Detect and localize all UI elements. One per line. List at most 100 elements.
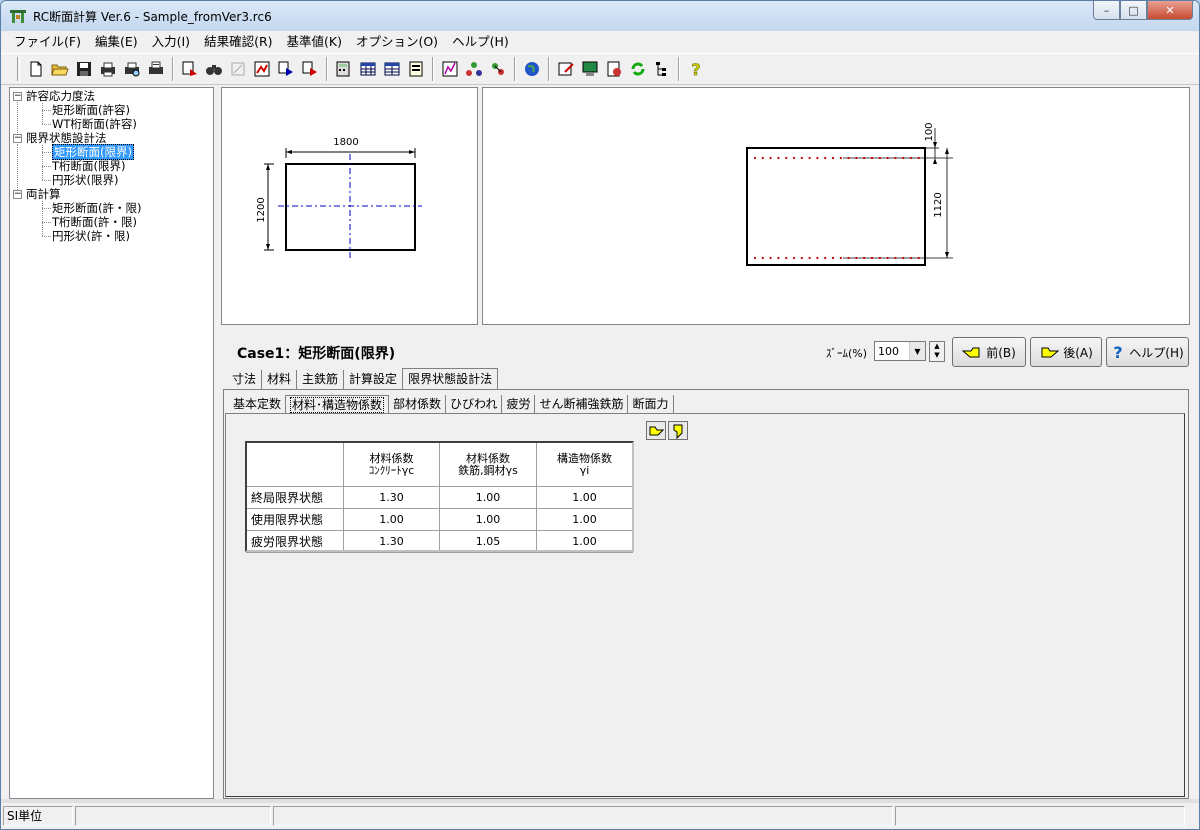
tool-button-8[interactable]	[203, 58, 225, 80]
minimize-button[interactable]: –	[1093, 1, 1120, 20]
tree-item-rect-both[interactable]: 矩形断面(許・限)	[52, 201, 141, 215]
toolbar-grip[interactable]	[17, 57, 20, 81]
subtab-shear-rebar[interactable]: せん断補強鉄筋	[535, 395, 629, 413]
tree-group-limit-state[interactable]: 限界状態設計法	[26, 131, 107, 145]
tool-button-22[interactable]	[579, 58, 601, 80]
subtab-basic-constants[interactable]: 基本定数	[229, 395, 285, 413]
arrowhead	[266, 244, 270, 250]
tool-button-25[interactable]	[651, 58, 673, 80]
tree-item-circle-limit[interactable]: 円形状(限界)	[52, 173, 118, 187]
tab-main-rebar[interactable]: 主鉄筋	[297, 370, 345, 389]
section-outline-drawing: 1800 1200	[256, 137, 422, 260]
tree-collapse-icon[interactable]: −	[13, 134, 22, 143]
chevron-down-icon[interactable]: ▼	[909, 342, 925, 360]
tree-group-allowable[interactable]: 許容応力度法	[26, 89, 95, 103]
toolbar-separator	[172, 57, 174, 81]
tool-button-18[interactable]	[463, 58, 485, 80]
tool-button-21[interactable]	[555, 58, 577, 80]
rebar-dot	[847, 256, 850, 260]
subtab-cracking[interactable]: ひびわれ	[446, 395, 503, 413]
close-icon: ✕	[1165, 3, 1175, 17]
table-cell[interactable]: 1.30	[343, 530, 440, 553]
tree-group-both[interactable]: 両計算	[26, 187, 61, 201]
tool-button-17[interactable]	[439, 58, 461, 80]
title-bar[interactable]: RC断面計算 Ver.6 - Sample_fromVer3.rc6 – □ ✕	[1, 1, 1199, 31]
tool-button-13[interactable]	[333, 58, 355, 80]
table-cell[interactable]: 1.05	[439, 530, 537, 553]
print-button[interactable]	[97, 58, 119, 80]
tool-button-9[interactable]	[227, 58, 249, 80]
tab-dimensions[interactable]: 寸法	[227, 370, 263, 389]
tree-collapse-icon[interactable]: −	[13, 190, 22, 199]
tree-item-rect-limit[interactable]: 矩形断面(限界)	[52, 144, 134, 160]
tool-button-10[interactable]	[251, 58, 273, 80]
tree-item-selected-label: 矩形断面(限界)	[52, 144, 134, 160]
tool-button-23[interactable]	[603, 58, 625, 80]
tree-item-t-limit[interactable]: T桁断面(限界)	[52, 159, 126, 173]
table-cell[interactable]: 1.00	[439, 508, 537, 531]
tool-button-19[interactable]	[487, 58, 509, 80]
next-button[interactable]: 後(A)	[1030, 337, 1102, 367]
open-file-button[interactable]	[49, 58, 71, 80]
table-cell[interactable]: 1.00	[439, 486, 537, 509]
subtab-member-factors[interactable]: 部材係数	[389, 395, 447, 413]
print-preview-button[interactable]	[121, 58, 143, 80]
tool-button-12[interactable]	[299, 58, 321, 80]
subtab-material-factors[interactable]: 材料･構造物係数	[285, 395, 390, 413]
table-cell[interactable]: 1.00	[343, 508, 440, 531]
zoom-select[interactable]: 100 ▼	[874, 341, 926, 361]
tree-collapse-icon[interactable]: −	[13, 92, 22, 101]
save-button[interactable]	[73, 58, 95, 80]
tab-limit-state-design[interactable]: 限界状態設計法	[402, 368, 499, 389]
status-panel-2	[75, 806, 271, 826]
calc-settings-icon	[254, 61, 270, 77]
menu-help[interactable]: ヘルプ(H)	[445, 31, 516, 53]
arrowhead	[945, 252, 949, 258]
menu-options[interactable]: オプション(O)	[349, 31, 445, 53]
rebar-dot	[816, 256, 819, 260]
tab-materials[interactable]: 材料	[262, 370, 298, 389]
case-tree-view[interactable]: − 許容応力度法 矩形断面(許容) WT桁断面(許容) − 限界状態設計法 矩形…	[9, 87, 214, 799]
menu-edit[interactable]: 編集(E)	[88, 31, 145, 53]
reinforcement-preview: 100 1120	[482, 87, 1190, 325]
tool-button-7[interactable]	[179, 58, 201, 80]
grid-jump-button[interactable]	[646, 421, 666, 440]
tree-item-t-both[interactable]: T桁断面(許・限)	[52, 215, 137, 229]
menu-standards[interactable]: 基準値(K)	[280, 31, 349, 53]
tab-calc-settings[interactable]: 計算設定	[344, 370, 402, 389]
print-setup-button[interactable]	[145, 58, 167, 80]
table-cell[interactable]: 1.30	[343, 486, 440, 509]
monitor-icon	[582, 61, 598, 76]
refresh-icon	[631, 62, 645, 76]
new-file-button[interactable]	[25, 58, 47, 80]
help-button[interactable]: ? ヘルプ(H)	[1106, 337, 1189, 367]
menu-input[interactable]: 入力(I)	[145, 31, 197, 53]
tool-button-14[interactable]	[357, 58, 379, 80]
table-cell[interactable]: 1.00	[536, 530, 633, 553]
close-button[interactable]: ✕	[1147, 1, 1193, 20]
menu-file[interactable]: ファイル(F)	[7, 31, 88, 53]
menu-results[interactable]: 結果確認(R)	[197, 31, 279, 53]
tool-button-16[interactable]	[405, 58, 427, 80]
tree-item-rect-allowable[interactable]: 矩形断面(許容)	[52, 103, 130, 117]
tool-button-20[interactable]	[521, 58, 543, 80]
table-cell[interactable]: 1.00	[536, 508, 633, 531]
section-rectangle	[746, 147, 926, 266]
status-panel-3	[273, 806, 893, 826]
tree-item-wt-allowable[interactable]: WT桁断面(許容)	[52, 117, 137, 131]
maximize-button[interactable]: □	[1120, 1, 1147, 20]
subtab-section-forces[interactable]: 断面力	[628, 395, 674, 413]
column-header-line2: γi	[579, 463, 590, 477]
tree-item-circle-both[interactable]: 円形状(許・限)	[52, 229, 130, 243]
prev-button[interactable]: 前(B)	[952, 337, 1026, 367]
tool-button-15[interactable]	[381, 58, 403, 80]
grid-pick-button[interactable]	[668, 421, 688, 440]
rebar-dot	[792, 156, 796, 160]
help-toolbar-button[interactable]: ?	[685, 58, 707, 80]
table-cell[interactable]: 1.00	[536, 486, 633, 509]
zoom-spinner[interactable]: ▲ ▼	[929, 341, 945, 362]
subtab-fatigue[interactable]: 疲労	[502, 395, 536, 413]
tool-button-11[interactable]	[275, 58, 297, 80]
refresh-button[interactable]	[627, 58, 649, 80]
arrowhead	[945, 148, 949, 154]
